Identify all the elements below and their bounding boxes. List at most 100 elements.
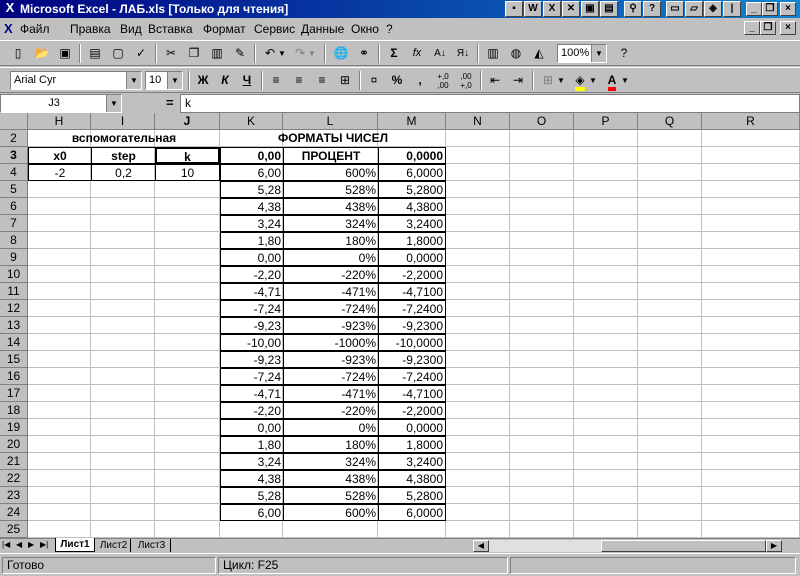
menu-window[interactable]: Окно	[351, 22, 379, 36]
menu-file[interactable]: Файл	[20, 22, 50, 36]
next-sheet-icon[interactable]: ▶	[28, 540, 34, 549]
cell-fixed[interactable]: 6,00	[220, 504, 284, 521]
web-toolbar-icon[interactable]: 🌐	[331, 44, 351, 63]
increase-indent-icon[interactable]: ⇥	[508, 71, 528, 90]
row-header[interactable]: 15	[0, 351, 28, 368]
cell-four-decimals[interactable]: -2,2000	[378, 402, 446, 419]
header-x0[interactable]: x0	[28, 147, 92, 164]
helper-title[interactable]: вспомогательная	[28, 130, 220, 147]
notes-icon[interactable]: ▭	[666, 1, 684, 17]
menu-tools[interactable]: Сервис	[254, 22, 295, 36]
cell-percent[interactable]: 180%	[283, 436, 379, 453]
doc-restore-button[interactable]: ❐	[760, 21, 776, 35]
chevron-down-icon[interactable]: ▼	[106, 95, 121, 112]
cell-percent[interactable]: -220%	[283, 266, 379, 283]
cell-four-decimals[interactable]: 3,2400	[378, 453, 446, 470]
cell-fixed[interactable]: -9,23	[220, 317, 284, 334]
italic-button[interactable]: К	[215, 71, 235, 90]
increase-decimal-button[interactable]: +,0 ,00	[433, 71, 453, 91]
sort-ascending-icon[interactable]: A↓	[430, 44, 450, 63]
bar-icon[interactable]: |	[723, 1, 741, 17]
spreadsheet-grid[interactable]: HIJKLMNOPQR 2 3 4 5 6 7 8 9 10 11 12 13 14 15 16 17 18 19…	[0, 113, 800, 538]
cell-percent[interactable]: -923%	[283, 317, 379, 334]
schedule-icon[interactable]: ▤	[600, 1, 618, 17]
row-header[interactable]: 12	[0, 300, 28, 317]
last-sheet-icon[interactable]: ▶|	[40, 540, 48, 549]
cell-fixed[interactable]: -2,20	[220, 266, 284, 283]
cell-fixed[interactable]: 4,38	[220, 470, 284, 487]
minimize-button[interactable]: _	[746, 2, 762, 16]
cell-percent[interactable]: 600%	[283, 504, 379, 521]
menu-view[interactable]: Вид	[120, 22, 142, 36]
sort-descending-icon[interactable]: Я↓	[453, 44, 473, 63]
cell-percent[interactable]: 324%	[283, 215, 379, 232]
cell-four-decimals[interactable]: -4,7100	[378, 283, 446, 300]
cell-fixed[interactable]: -7,24	[220, 300, 284, 317]
fill-color-icon[interactable]: ◈	[570, 71, 590, 91]
cell-fixed[interactable]: 6,00	[220, 164, 284, 181]
column-header[interactable]: O	[510, 113, 574, 130]
zoom-select[interactable]: 100% ▼	[557, 44, 607, 63]
prev-sheet-icon[interactable]: ◀	[16, 540, 22, 549]
cell-four-decimals[interactable]: -7,2400	[378, 300, 446, 317]
column-header[interactable]: L	[283, 113, 378, 130]
row-header[interactable]: 17	[0, 385, 28, 402]
cell-four-decimals[interactable]: 6,0000	[378, 164, 446, 181]
cell-fixed[interactable]: 3,24	[220, 215, 284, 232]
taskbar-shortcut-icon[interactable]: ▪	[505, 1, 523, 17]
header-percent[interactable]: ПРОЦЕНТ	[283, 147, 379, 164]
currency-icon[interactable]: ¤	[364, 71, 384, 90]
cell-fixed[interactable]: -2,20	[220, 402, 284, 419]
cell-four-decimals[interactable]: 5,2800	[378, 487, 446, 504]
cell-fixed[interactable]: -7,24	[220, 368, 284, 385]
cell-percent[interactable]: 0%	[283, 249, 379, 266]
align-center-icon[interactable]: ≡	[289, 71, 309, 90]
row-header[interactable]: 13	[0, 317, 28, 334]
menu-data[interactable]: Данные	[301, 22, 344, 36]
tab-sheet2[interactable]: Лист2	[97, 539, 131, 552]
cell-percent[interactable]: -471%	[283, 385, 379, 402]
chevron-down-icon[interactable]: ▼	[167, 72, 182, 89]
cut-icon[interactable]: ✂	[161, 44, 181, 63]
doc-close-button[interactable]: ×	[780, 21, 796, 35]
row-header[interactable]: 3	[0, 147, 28, 164]
cell-four-decimals[interactable]: -10,0000	[378, 334, 446, 351]
fill-dropdown-icon[interactable]: ▼	[588, 71, 598, 90]
row-header[interactable]: 19	[0, 419, 28, 436]
column-header[interactable]: M	[378, 113, 446, 130]
cell-four-decimals[interactable]: -7,2400	[378, 368, 446, 385]
column-header[interactable]: P	[574, 113, 638, 130]
excel-icon[interactable]: X	[3, 1, 17, 15]
cell-four-decimals[interactable]: 3,2400	[378, 215, 446, 232]
formats-title[interactable]: ФОРМАТЫ ЧИСЕЛ	[220, 130, 446, 147]
menu-format[interactable]: Формат	[203, 22, 246, 36]
drawing-icon[interactable]: ◭	[529, 44, 549, 63]
cell-percent[interactable]: -471%	[283, 283, 379, 300]
row-header[interactable]: 21	[0, 453, 28, 470]
hscroll-track[interactable]	[489, 540, 601, 552]
cell-percent[interactable]: -220%	[283, 402, 379, 419]
open-icon[interactable]: 📂	[32, 44, 52, 63]
undo-dropdown-icon[interactable]: ▼	[277, 44, 287, 63]
cell-percent[interactable]: -724%	[283, 368, 379, 385]
cell-percent[interactable]: -1000%	[283, 334, 379, 351]
cell-four-decimals[interactable]: -2,2000	[378, 266, 446, 283]
thousands-button[interactable]: ,	[410, 71, 430, 90]
borders-icon[interactable]: ⊞	[538, 71, 558, 90]
row-header[interactable]: 11	[0, 283, 28, 300]
notes2-icon[interactable]: ▱	[685, 1, 703, 17]
access-icon[interactable]: ✕	[562, 1, 580, 17]
office-assistant-icon[interactable]: ?	[614, 44, 634, 63]
cell-four-decimals[interactable]: 0,0000	[378, 419, 446, 436]
spelling-icon[interactable]: ✓	[131, 44, 151, 63]
row-header[interactable]: 22	[0, 470, 28, 487]
cell-percent[interactable]: 528%	[283, 487, 379, 504]
column-header[interactable]: Q	[638, 113, 702, 130]
close-button[interactable]: ×	[780, 2, 796, 16]
row-header[interactable]: 4	[0, 164, 28, 181]
column-header[interactable]: K	[220, 113, 283, 130]
header-step[interactable]: step	[91, 147, 156, 164]
hyperlink-icon[interactable]: ⚭	[354, 44, 374, 63]
font-color-dropdown-icon[interactable]: ▼	[620, 71, 630, 90]
find-icon[interactable]: ⚲	[624, 1, 642, 17]
